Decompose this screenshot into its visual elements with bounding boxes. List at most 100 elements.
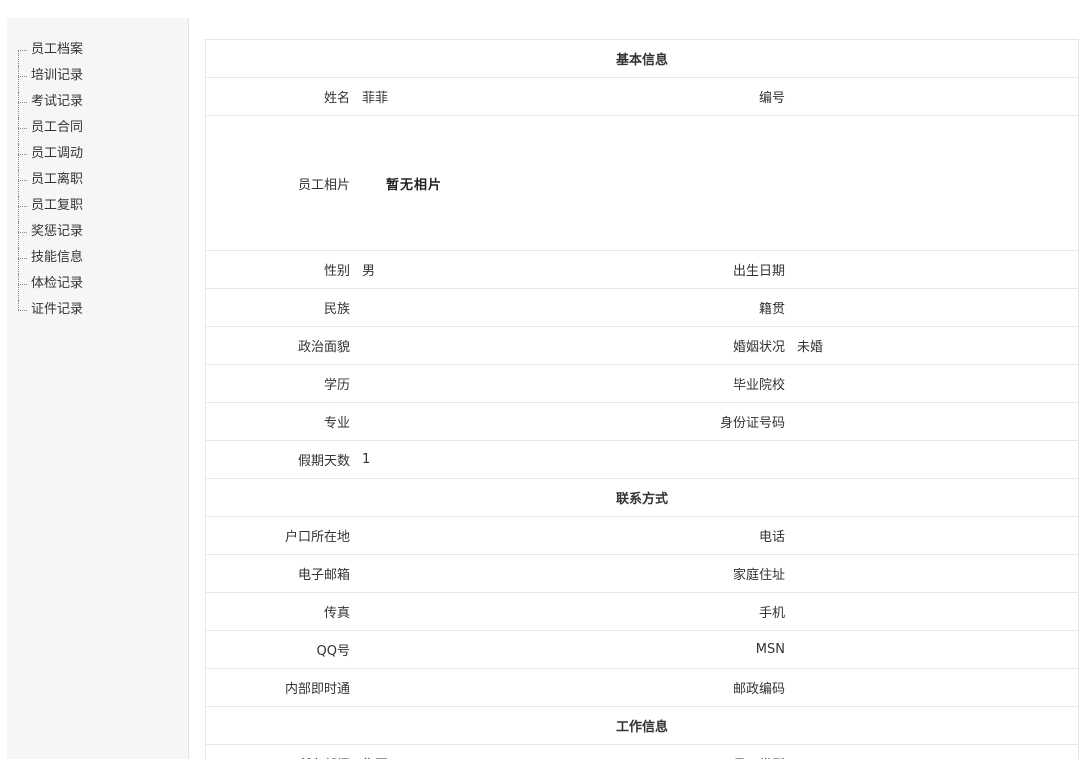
empty-label [617, 440, 797, 479]
tree-connector [18, 144, 27, 170]
politics-value [362, 326, 617, 365]
tree-item-employee-file[interactable]: 员工档案 [15, 40, 83, 66]
employee-detail-panel: 基本信息 姓名 菲菲 编号 员工相片 暂无相片 性别 男 出生日期 民族 籍贯 … [205, 39, 1079, 759]
ethnic-label: 民族 [206, 288, 362, 327]
idcard-value [797, 402, 1078, 441]
idcard-label: 身份证号码 [617, 402, 797, 441]
tree-item-label: 员工调动 [31, 146, 84, 161]
holiday-value: 1 [362, 440, 617, 479]
tree-item-label: 考试记录 [31, 94, 84, 109]
tree-item-certificates[interactable]: 证件记录 [15, 300, 83, 326]
table-row: 员工相片 暂无相片 [206, 115, 1078, 251]
record-tree: 员工档案 培训记录 考试记录 员工合同 员工调动 员工离职 员工复职 奖惩记录 … [15, 40, 83, 326]
tree-connector [18, 248, 27, 274]
tree-item-contract[interactable]: 员工合同 [15, 118, 83, 144]
tree-item-label: 员工档案 [31, 42, 84, 57]
tree-connector [18, 92, 27, 118]
tree-item-medical[interactable]: 体检记录 [15, 274, 83, 300]
tree-item-training[interactable]: 培训记录 [15, 66, 83, 92]
no-photo-text: 暂无相片 [386, 177, 443, 193]
section-basic-info: 基本信息 [206, 40, 1078, 78]
table-row: 所在部门 集团 员工类型 [206, 744, 1078, 759]
table-row: 内部即时通 邮政编码 [206, 668, 1078, 707]
tree-connector [18, 196, 27, 222]
gender-value: 男 [362, 250, 617, 289]
phone-value [797, 516, 1078, 555]
ethnic-value [362, 288, 617, 327]
photo-label: 员工相片 [206, 115, 362, 251]
school-value [797, 364, 1078, 403]
table-row: 姓名 菲菲 编号 [206, 77, 1078, 116]
birth-value [797, 250, 1078, 289]
table-row: 专业 身份证号码 [206, 402, 1078, 441]
table-row: QQ号 MSN [206, 630, 1078, 669]
tree-item-resignation[interactable]: 员工离职 [15, 170, 83, 196]
email-label: 电子邮箱 [206, 554, 362, 593]
name-value: 菲菲 [362, 77, 617, 116]
major-value [362, 402, 617, 441]
birth-label: 出生日期 [617, 250, 797, 289]
dept-label: 所在部门 [206, 744, 362, 759]
marital-label: 婚姻状况 [617, 326, 797, 365]
tree-connector [18, 40, 27, 66]
section-title: 基本信息 [206, 40, 1078, 78]
tree-item-label: 培训记录 [31, 68, 84, 83]
fax-label: 传真 [206, 592, 362, 631]
education-label: 学历 [206, 364, 362, 403]
sidebar: 员工档案 培训记录 考试记录 员工合同 员工调动 员工离职 员工复职 奖惩记录 … [7, 18, 189, 759]
employee-type-value [797, 744, 1078, 759]
number-value [797, 77, 1078, 116]
tree-item-label: 员工合同 [31, 120, 84, 135]
section-title: 联系方式 [206, 478, 1078, 517]
table-row: 假期天数 1 [206, 440, 1078, 479]
name-label: 姓名 [206, 77, 362, 116]
marital-value: 未婚 [797, 326, 1078, 365]
zip-label: 邮政编码 [617, 668, 797, 707]
empty-value [797, 440, 1078, 479]
mobile-value [797, 592, 1078, 631]
school-label: 毕业院校 [617, 364, 797, 403]
email-value [362, 554, 617, 593]
address-label: 家庭住址 [617, 554, 797, 593]
employee-info-table: 基本信息 姓名 菲菲 编号 员工相片 暂无相片 性别 男 出生日期 民族 籍贯 … [206, 40, 1078, 759]
tree-item-label: 奖惩记录 [31, 224, 84, 239]
address-value [797, 554, 1078, 593]
tree-item-label: 员工离职 [31, 172, 84, 187]
tree-item-rewards[interactable]: 奖惩记录 [15, 222, 83, 248]
tree-connector [18, 170, 27, 196]
tree-item-label: 体检记录 [31, 276, 84, 291]
section-work-info: 工作信息 [206, 706, 1078, 745]
im-value [362, 668, 617, 707]
table-row: 民族 籍贯 [206, 288, 1078, 327]
hukou-label: 户口所在地 [206, 516, 362, 555]
qq-label: QQ号 [206, 630, 362, 669]
im-label: 内部即时通 [206, 668, 362, 707]
native-value [797, 288, 1078, 327]
tree-item-exam[interactable]: 考试记录 [15, 92, 83, 118]
msn-label: MSN [617, 630, 797, 669]
education-value [362, 364, 617, 403]
tree-item-reinstatement[interactable]: 员工复职 [15, 196, 83, 222]
holiday-label: 假期天数 [206, 440, 362, 479]
tree-connector [18, 66, 27, 92]
table-row: 传真 手机 [206, 592, 1078, 631]
tree-connector [18, 300, 27, 326]
tree-item-label: 证件记录 [31, 302, 84, 317]
table-row: 政治面貌 婚姻状况 未婚 [206, 326, 1078, 365]
tree-connector [18, 274, 27, 300]
hukou-value [362, 516, 617, 555]
phone-label: 电话 [617, 516, 797, 555]
photo-cell: 暂无相片 [362, 115, 1078, 251]
gender-label: 性别 [206, 250, 362, 289]
tree-item-label: 技能信息 [31, 250, 84, 265]
table-row: 学历 毕业院校 [206, 364, 1078, 403]
tree-item-skills[interactable]: 技能信息 [15, 248, 83, 274]
tree-item-transfer[interactable]: 员工调动 [15, 144, 83, 170]
employee-type-label: 员工类型 [617, 744, 797, 759]
number-label: 编号 [617, 77, 797, 116]
table-row: 电子邮箱 家庭住址 [206, 554, 1078, 593]
fax-value [362, 592, 617, 631]
table-row: 户口所在地 电话 [206, 516, 1078, 555]
section-contact: 联系方式 [206, 478, 1078, 517]
politics-label: 政治面貌 [206, 326, 362, 365]
